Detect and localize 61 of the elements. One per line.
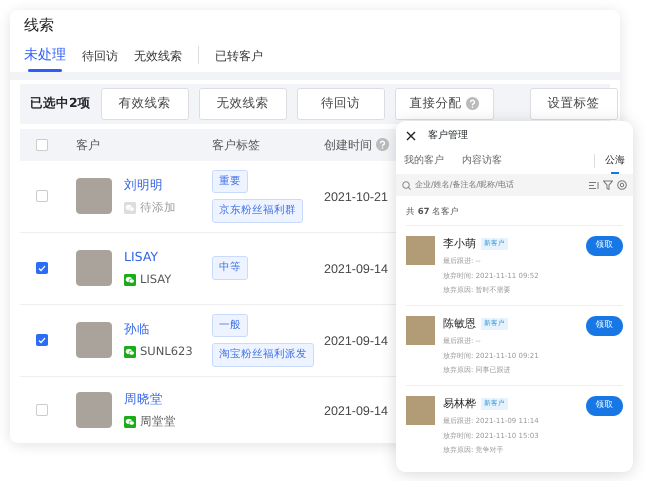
claim-button[interactable]: 领取 xyxy=(586,396,623,416)
tab[interactable]: 已转客户 xyxy=(215,47,263,72)
toolbar-button[interactable]: 有效线索 xyxy=(100,88,189,120)
tag: 一般 xyxy=(212,314,248,338)
tab[interactable]: 未处理 xyxy=(24,45,66,72)
avatar-photo-placeholder xyxy=(76,392,112,428)
search-icon xyxy=(402,180,411,190)
toolbar-button[interactable]: 待回访 xyxy=(296,88,385,120)
tag: 京东粉丝福利群 xyxy=(212,199,303,224)
row-checkbox[interactable] xyxy=(36,190,48,202)
avatar-photo-placeholder xyxy=(76,322,112,358)
customer-name: 陈敏恩 xyxy=(443,316,476,332)
customer-name: 易林桦 xyxy=(443,396,476,412)
toolbar-button[interactable]: 设置标签 xyxy=(530,88,618,120)
avatar-photo-placeholder xyxy=(76,250,112,286)
selection-count: 已选中2项 xyxy=(30,94,91,112)
created-date: 2021-09-14 xyxy=(324,262,388,276)
sort-icon xyxy=(589,180,599,190)
tab[interactable]: 待回访 xyxy=(82,47,118,72)
avatar-photo-placeholder xyxy=(76,178,112,214)
row-checkbox[interactable] xyxy=(36,404,48,416)
created-date: 2021-10-21 xyxy=(324,190,388,204)
panel-title: 客户管理 xyxy=(428,128,468,143)
customer-name[interactable]: 刘明明 xyxy=(124,176,176,196)
toolbar-button[interactable]: 无效线索 xyxy=(198,88,287,120)
wechat-name: LISAY xyxy=(140,271,172,288)
tag: 淘宝粉丝福利派发 xyxy=(212,343,314,368)
wechat-name: SUNL623 xyxy=(140,343,193,360)
toolbar-button[interactable]: 直接分配 xyxy=(394,88,494,120)
page-title: 线索 xyxy=(23,15,55,36)
row-checkbox[interactable] xyxy=(36,334,48,346)
customer-name: 李小萌 xyxy=(443,236,476,252)
customer-name[interactable]: 周晓堂 xyxy=(124,390,176,410)
tag: 中等 xyxy=(212,256,248,280)
claim-button[interactable]: 领取 xyxy=(586,316,623,336)
column-header: 创建时间 xyxy=(324,136,372,154)
customer-name[interactable]: 孙临 xyxy=(124,320,193,340)
tab[interactable]: 无效线索 xyxy=(134,47,182,72)
help-icon xyxy=(466,97,479,110)
avatar-photo-placeholder xyxy=(406,316,435,345)
row-checkbox[interactable] xyxy=(36,262,48,274)
settings-icon xyxy=(617,180,627,190)
panel-tab[interactable]: 内容访客 xyxy=(462,153,502,174)
claim-button[interactable]: 领取 xyxy=(586,236,623,256)
column-header: 客户 xyxy=(76,136,100,154)
panel-tab[interactable]: 公海 xyxy=(605,153,625,174)
created-date: 2021-09-14 xyxy=(324,334,388,348)
help-icon xyxy=(376,138,389,152)
select-all-checkbox[interactable] xyxy=(36,138,48,151)
panel-tab[interactable]: 我的客户 xyxy=(404,153,444,174)
wechat-name: 周堂堂 xyxy=(140,413,176,430)
avatar-photo-placeholder xyxy=(406,396,435,425)
created-date: 2021-09-14 xyxy=(324,404,388,418)
column-header: 客户标签 xyxy=(212,136,260,154)
close-button[interactable] xyxy=(406,130,416,140)
wechat-name: 待添加 xyxy=(140,199,176,216)
customer-count: 共 67 名客户 xyxy=(405,206,460,219)
avatar-photo-placeholder xyxy=(406,236,435,265)
tag: 重要 xyxy=(212,170,248,194)
filter-icon xyxy=(603,180,613,190)
customer-name[interactable]: LISAY xyxy=(124,248,172,268)
